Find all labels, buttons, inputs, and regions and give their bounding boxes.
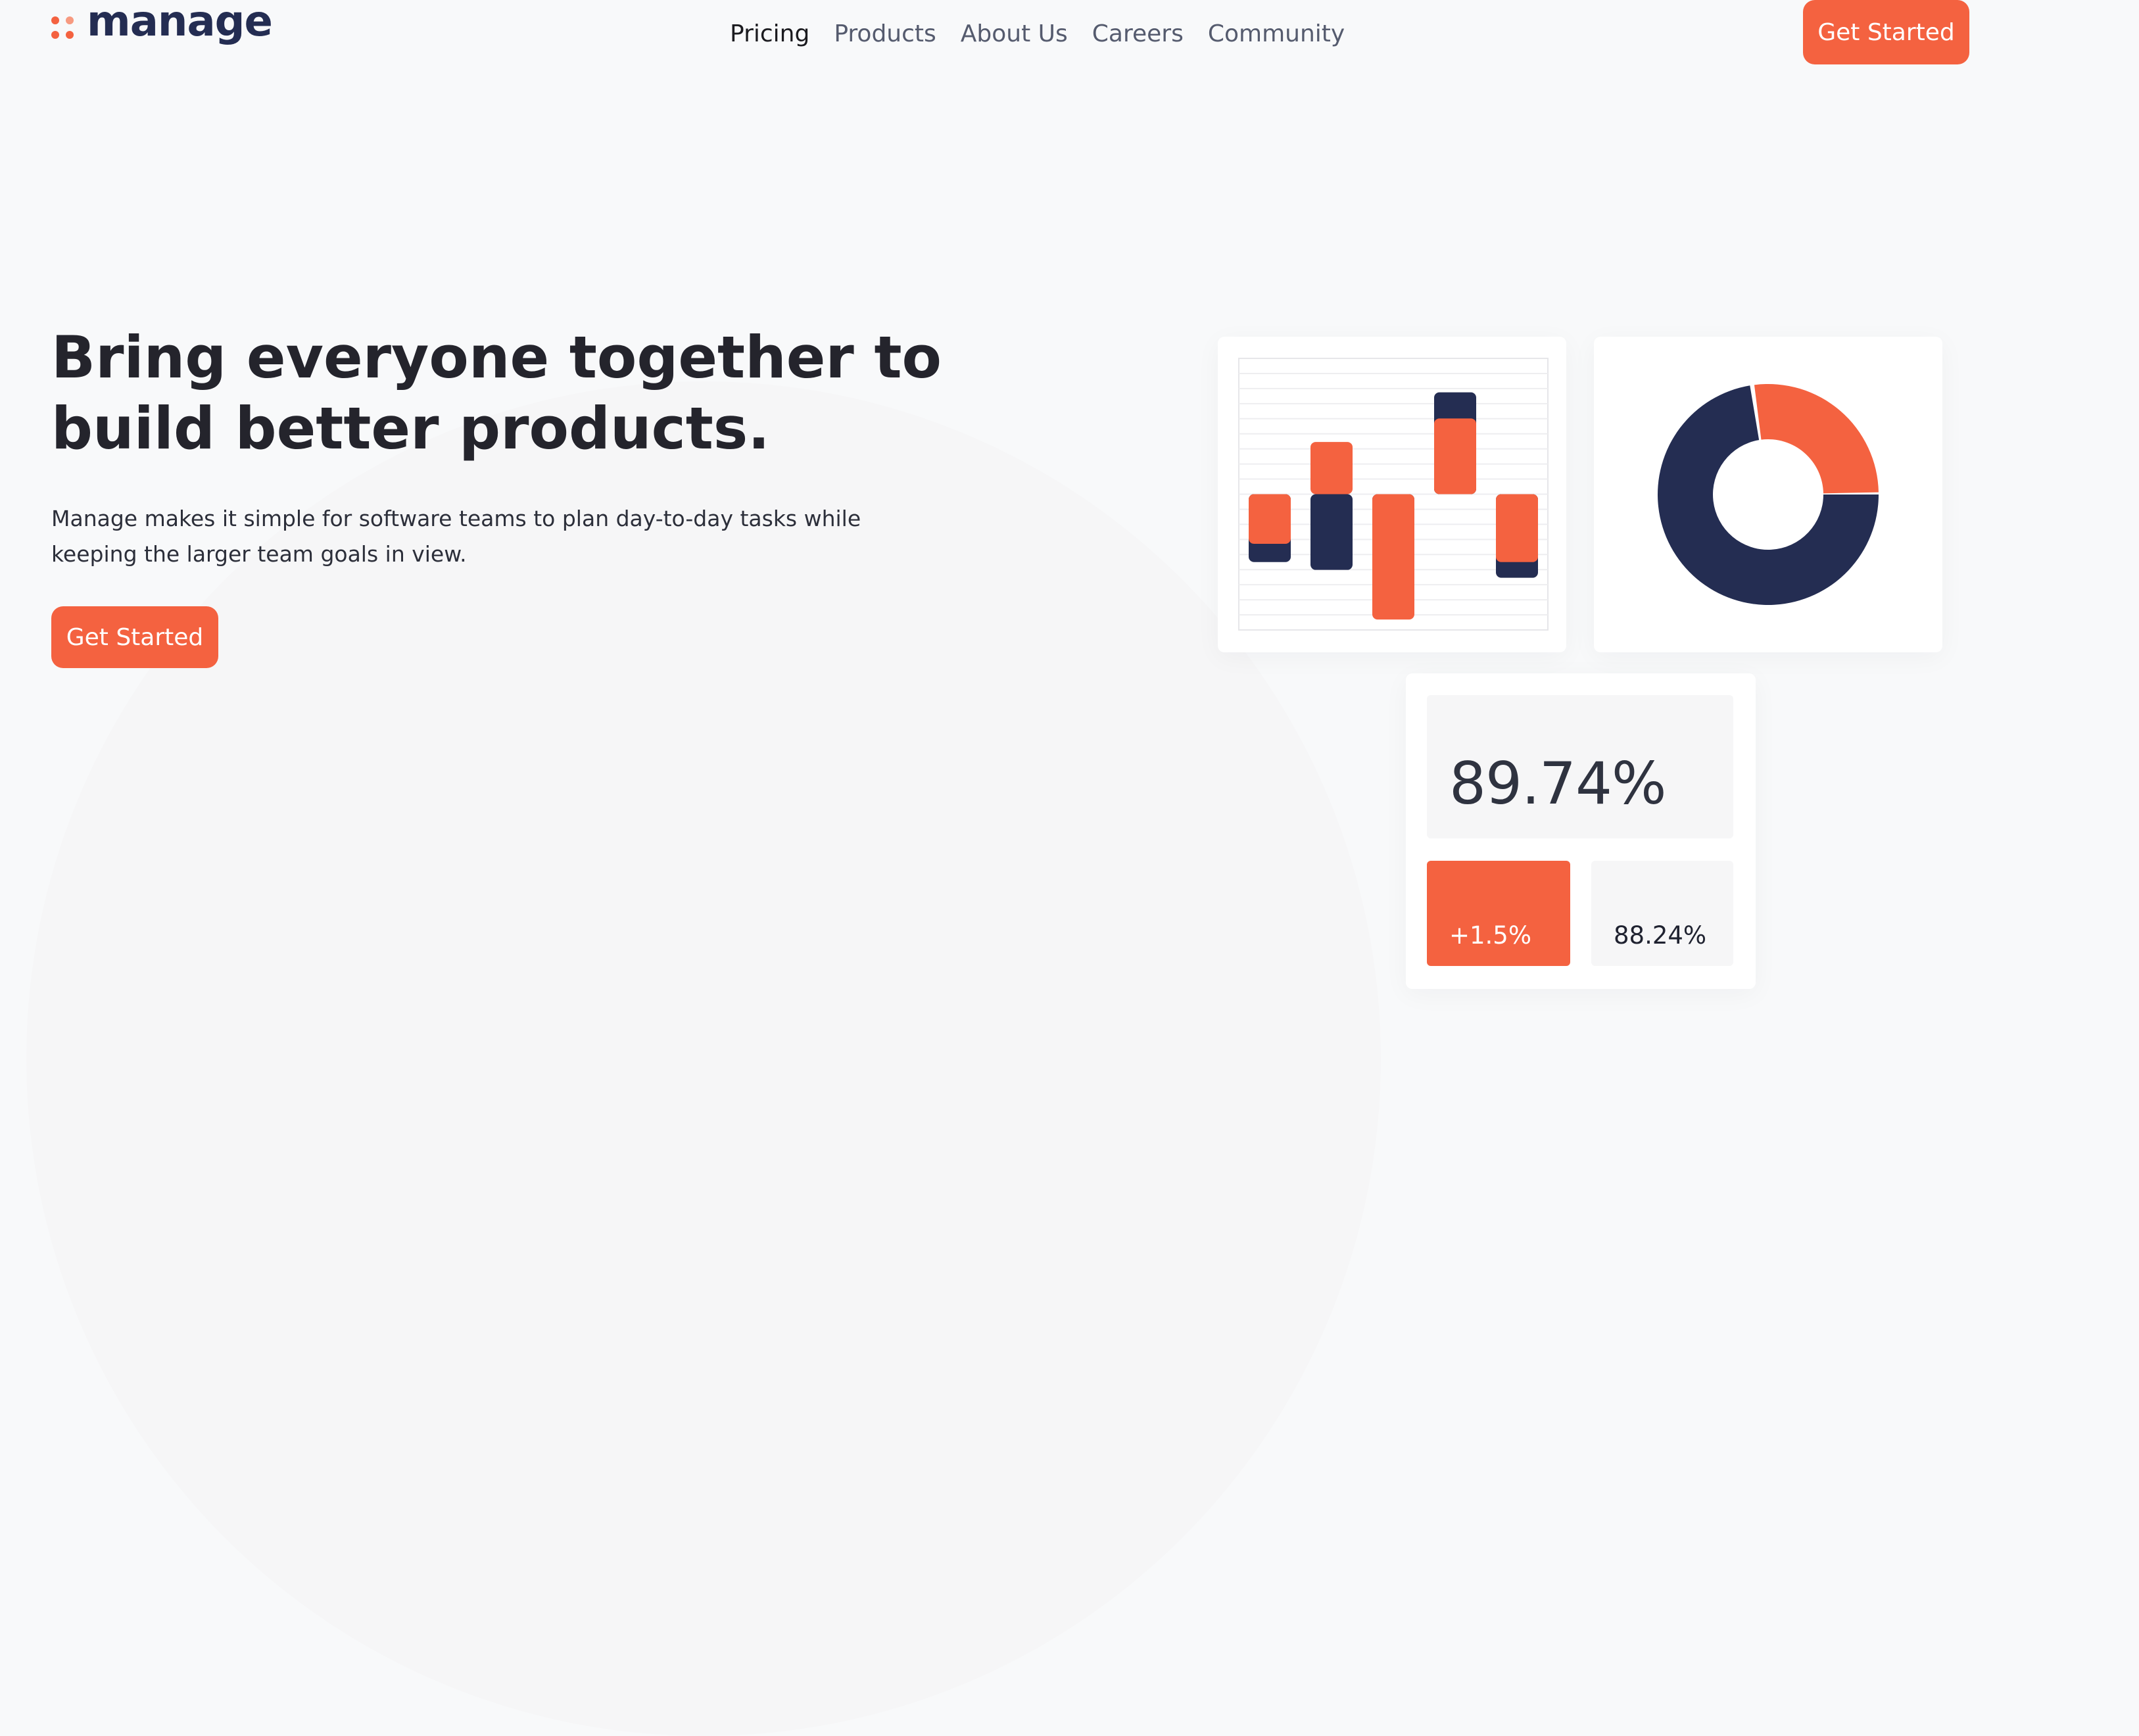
stat-secondary-box: 88.24% [1591, 861, 1733, 966]
hero-title-line-2: build better products. [51, 395, 770, 462]
bar [1310, 494, 1353, 570]
bar [1372, 494, 1414, 620]
bar [1249, 494, 1291, 544]
bar [1310, 442, 1353, 494]
bar [1496, 494, 1538, 562]
donut-slice [1754, 384, 1879, 494]
stats-card: 89.74% +1.5% 88.24% [1406, 673, 1756, 989]
logo-text: manage [87, 0, 273, 46]
nav-item-community[interactable]: Community [1208, 18, 1345, 50]
nav-item-products[interactable]: Products [834, 18, 936, 50]
main-nav: Pricing Products About Us Careers Commun… [730, 18, 1369, 50]
stat-change-box: +1.5% [1427, 861, 1570, 966]
bar [1434, 418, 1476, 494]
background-circle [26, 381, 1381, 1736]
header-get-started-button[interactable]: Get Started [1803, 0, 1969, 64]
stat-change-value: +1.5% [1449, 921, 1532, 950]
nav-item-pricing[interactable]: Pricing [730, 18, 809, 50]
donut-chart [1658, 384, 1879, 605]
hero-get-started-button[interactable]: Get Started [51, 606, 218, 668]
hero-title: Bring everyone together to build better … [51, 322, 972, 464]
stat-main-value: 89.74% [1449, 750, 1667, 817]
logo[interactable]: manage [51, 1, 273, 49]
hero-description: Manage makes it simple for software team… [51, 501, 972, 572]
stat-secondary-value: 88.24% [1614, 921, 1707, 950]
hero-title-line-1: Bring everyone together to [51, 324, 942, 391]
bar-chart [1238, 358, 1549, 631]
hero-description-line-1: Manage makes it simple for software team… [51, 506, 861, 531]
stat-main-box: 89.74% [1427, 695, 1733, 838]
nav-item-about-us[interactable]: About Us [961, 18, 1068, 50]
logo-icon [51, 16, 74, 39]
donut-chart-card [1594, 337, 1942, 652]
bar-chart-card [1218, 337, 1566, 652]
hero-description-line-2: keeping the larger team goals in view. [51, 541, 467, 567]
nav-item-careers[interactable]: Careers [1092, 18, 1184, 50]
